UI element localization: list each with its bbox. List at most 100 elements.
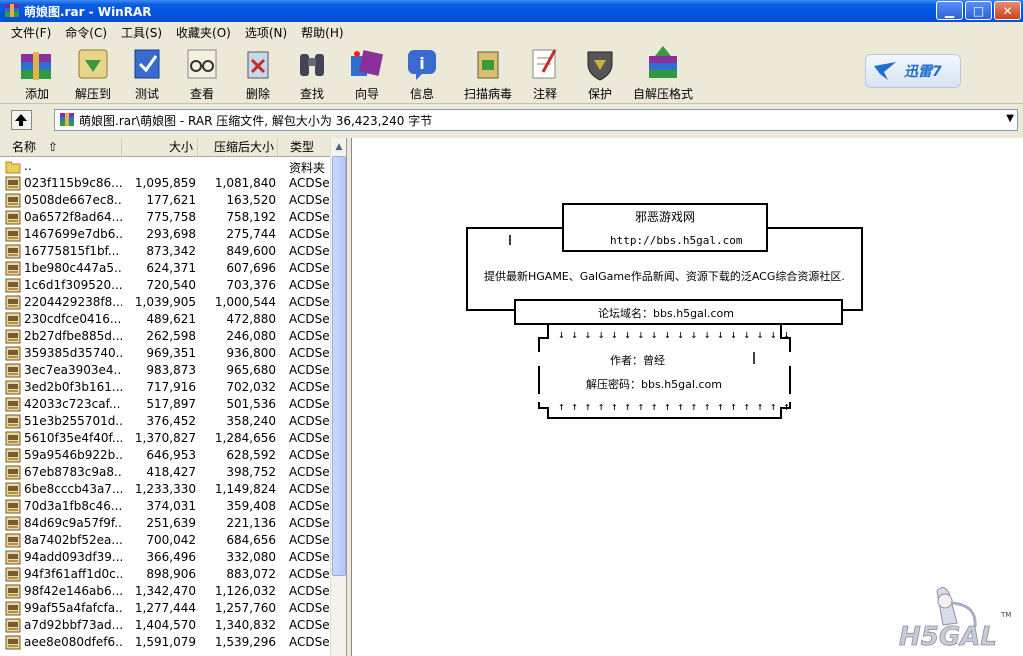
column-type[interactable]: 类型 bbox=[278, 138, 330, 157]
file-row[interactable]: 0a6572f8ad64... 775,758 758,192 ACDSee bbox=[0, 209, 330, 226]
acdsee-image-icon bbox=[5, 210, 21, 225]
file-size: 374,031 bbox=[146, 499, 196, 513]
parent-folder-row[interactable]: .. 资料夹 bbox=[0, 158, 330, 175]
menu-commands[interactable]: 命令(C) bbox=[58, 24, 114, 41]
chevron-down-icon[interactable]: ▼ bbox=[1006, 113, 1014, 124]
file-name: 230cdfce0416... bbox=[24, 312, 122, 326]
file-size: 1,039,905 bbox=[134, 295, 196, 309]
file-row[interactable]: 5610f35e4f40f... 1,370,827 1,284,656 ACDSee bbox=[0, 430, 330, 447]
list-header: 名称 ⇧ 大小 压缩后大小 类型 bbox=[0, 138, 330, 157]
file-row[interactable]: 16775815f1bf... 873,342 849,600 ACDSee bbox=[0, 243, 330, 260]
file-row[interactable]: 94add093df39... 366,496 332,080 ACDSee bbox=[0, 549, 330, 566]
file-row[interactable]: 359385d35740... 969,351 936,800 ACDSee bbox=[0, 345, 330, 362]
menu-file[interactable]: 文件(F) bbox=[4, 24, 58, 41]
scroll-thumb[interactable] bbox=[332, 156, 346, 576]
add-button[interactable]: 添加 bbox=[14, 46, 60, 102]
file-packed-size: 1,340,832 bbox=[214, 618, 276, 632]
acdsee-image-icon bbox=[5, 227, 21, 242]
file-row[interactable]: 2b27dfbe885d... 262,598 246,080 ACDSee bbox=[0, 328, 330, 345]
view-button[interactable]: 查看 bbox=[180, 46, 224, 102]
acdsee-image-icon bbox=[5, 244, 21, 259]
menu-tools[interactable]: 工具(S) bbox=[114, 24, 169, 41]
file-type: ACDSee bbox=[289, 329, 330, 343]
file-name: 1467699e7db6... bbox=[24, 227, 122, 241]
file-row[interactable]: 023f115b9c86... 1,095,859 1,081,840 ACDSee bbox=[0, 175, 330, 192]
file-row[interactable]: 1467699e7db6... 293,698 275,744 ACDSee bbox=[0, 226, 330, 243]
file-row[interactable]: 6be8cccb43a7... 1,233,330 1,149,824 ACDSee bbox=[0, 481, 330, 498]
extract-to-button[interactable]: 解压到 bbox=[70, 46, 116, 102]
protect-label: 保护 bbox=[587, 87, 612, 101]
menu-favorites[interactable]: 收藏夹(O) bbox=[169, 24, 238, 41]
file-row[interactable]: 59a9546b922b... 646,953 628,592 ACDSee bbox=[0, 447, 330, 464]
file-row[interactable]: a7d92bbf73ad... 1,404,570 1,340,832 ACDSee bbox=[0, 617, 330, 634]
delete-icon bbox=[247, 51, 269, 79]
sfx-label: 自解压格式 bbox=[632, 87, 693, 101]
close-button[interactable]: ✕ bbox=[994, 1, 1021, 20]
wizard-button[interactable]: 向导 bbox=[344, 46, 390, 102]
extract-to-label: 解压到 bbox=[74, 87, 111, 101]
protect-button[interactable]: 保护 bbox=[578, 46, 622, 102]
file-packed-size: 1,081,840 bbox=[214, 176, 276, 190]
file-name: 2204429238f8... bbox=[24, 295, 122, 309]
file-packed-size: 1,000,544 bbox=[214, 295, 276, 309]
acdsee-image-icon bbox=[5, 516, 21, 531]
xunlei-button[interactable]: 迅雷7 bbox=[865, 54, 961, 88]
file-row[interactable]: 3ed2b0f3b161... 717,916 702,032 ACDSee bbox=[0, 379, 330, 396]
column-name[interactable]: 名称 ⇧ bbox=[0, 138, 122, 157]
file-row[interactable]: aee8e080dfef6... 1,591,079 1,539,296 ACDSee bbox=[0, 634, 330, 651]
up-folder-button[interactable] bbox=[11, 110, 32, 130]
file-type: ACDSee bbox=[289, 635, 330, 649]
file-row[interactable]: 67eb8783c9a8... 418,427 398,752 ACDSee bbox=[0, 464, 330, 481]
file-row[interactable]: 94f3f61aff1d0c... 898,906 883,072 ACDSee bbox=[0, 566, 330, 583]
file-row[interactable]: 99af55a4fafcfa... 1,277,444 1,257,760 ACDSe… bbox=[0, 600, 330, 617]
menu-options[interactable]: 选项(N) bbox=[238, 24, 294, 41]
comment-down-arrows: ↓ ↓ ↓ ↓ ↓ ↓ ↓ ↓ ↓ ↓ ↓ ↓ ↓ ↓ ↓ ↓ ↓ ↓ bbox=[558, 328, 790, 341]
file-row[interactable]: 2204429238f8... 1,039,905 1,000,544 ACDSee bbox=[0, 294, 330, 311]
test-button[interactable]: 测试 bbox=[126, 46, 168, 102]
column-size[interactable]: 大小 bbox=[122, 138, 198, 157]
file-row[interactable]: 230cdfce0416... 489,621 472,880 ACDSee bbox=[0, 311, 330, 328]
path-dropdown[interactable]: 萌娘图.rar\萌娘图 - RAR 压缩文件, 解包大小为 36,423,240… bbox=[54, 109, 1018, 131]
delete-label: 删除 bbox=[245, 87, 270, 101]
file-row[interactable]: 98f42e146ab6... 1,342,470 1,126,032 ACDSee bbox=[0, 583, 330, 600]
acdsee-image-icon bbox=[5, 397, 21, 412]
file-type: ACDSee bbox=[289, 397, 330, 411]
sfx-button[interactable]: 自解压格式 bbox=[630, 46, 696, 102]
comment-scrollbar[interactable] bbox=[1003, 138, 1019, 656]
file-row[interactable]: 3ec7ea3903e4... 983,873 965,680 ACDSee bbox=[0, 362, 330, 379]
column-name-label: 名称 bbox=[12, 140, 37, 154]
file-row[interactable]: 42033c723caf... 517,897 501,536 ACDSee bbox=[0, 396, 330, 413]
file-list[interactable]: 名称 ⇧ 大小 压缩后大小 类型 .. 资料夹 023f115b9c86... 1… bbox=[0, 138, 347, 656]
file-list-scrollbar[interactable]: ▲ bbox=[330, 138, 346, 656]
file-row[interactable]: 70d3a1fb8c46... 374,031 359,408 ACDSee bbox=[0, 498, 330, 515]
menu-help[interactable]: 帮助(H) bbox=[294, 24, 350, 41]
file-size: 775,758 bbox=[146, 210, 196, 224]
virus-scan-button[interactable]: 扫描病毒 bbox=[460, 46, 516, 102]
column-packed[interactable]: 压缩后大小 bbox=[198, 138, 278, 157]
acdsee-image-icon bbox=[5, 601, 21, 616]
file-type: ACDSee bbox=[289, 431, 330, 445]
comment-up-arrows: ↑ ↑ ↑ ↑ ↑ ↑ ↑ ↑ ↑ ↑ ↑ ↑ ↑ ↑ ↑ ↑ ↑ ↑ bbox=[558, 400, 790, 413]
file-name: aee8e080dfef6... bbox=[24, 635, 122, 649]
file-row[interactable]: 84d69c9a57f9f... 251,639 221,136 ACDSee bbox=[0, 515, 330, 532]
comment-button[interactable]: 注释 bbox=[524, 46, 566, 102]
file-packed-size: 1,126,032 bbox=[214, 584, 276, 598]
acdsee-image-icon bbox=[5, 414, 21, 429]
minimize-button[interactable]: ▁ bbox=[936, 1, 963, 20]
archive-icon bbox=[60, 113, 74, 126]
file-row[interactable]: 8a7402bf52ea... 700,042 684,656 ACDSee bbox=[0, 532, 330, 549]
file-name: 3ed2b0f3b161... bbox=[24, 380, 122, 394]
scroll-up-icon[interactable]: ▲ bbox=[331, 139, 346, 155]
find-binoculars-icon bbox=[300, 54, 324, 76]
file-row[interactable]: 1be980c447a5... 624,371 607,696 ACDSee bbox=[0, 260, 330, 277]
find-button[interactable]: 查找 bbox=[290, 46, 334, 102]
maximize-button[interactable]: □ bbox=[965, 1, 992, 20]
file-size: 489,621 bbox=[146, 312, 196, 326]
file-size: 700,042 bbox=[146, 533, 196, 547]
delete-button[interactable]: 删除 bbox=[236, 46, 280, 102]
file-row[interactable]: 0508de667ec8... 177,621 163,520 ACDSee bbox=[0, 192, 330, 209]
file-row[interactable]: 1c6d1f309520... 720,540 703,376 ACDSee bbox=[0, 277, 330, 294]
acdsee-image-icon bbox=[5, 448, 21, 463]
info-button[interactable]: i 信息 bbox=[400, 46, 444, 102]
file-row[interactable]: 51e3b255701d... 376,452 358,240 ACDSee bbox=[0, 413, 330, 430]
